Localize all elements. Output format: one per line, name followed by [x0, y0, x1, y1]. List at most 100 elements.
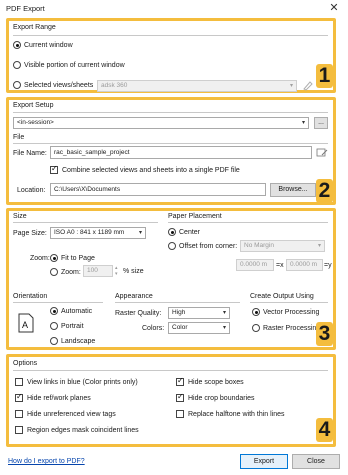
zoom-spinner-icon[interactable]: ▴ ▾	[115, 265, 118, 277]
views-dropdown[interactable]: adsk 360 ▾	[97, 80, 297, 92]
close-icon[interactable]: ✕	[328, 1, 340, 15]
radio-dot	[168, 228, 176, 236]
appearance-heading: Appearance	[115, 293, 153, 300]
zoom-input[interactable]: 100	[83, 265, 113, 277]
chk-hide-crop-boundaries[interactable]: Hide crop boundaries	[176, 392, 255, 402]
radio-dot	[13, 61, 21, 69]
radio-selected-views[interactable]: Selected views/sheets	[13, 81, 93, 89]
checkbox-box	[15, 378, 23, 386]
divider	[250, 302, 328, 303]
location-label: Location:	[17, 187, 46, 194]
radio-dot	[50, 254, 58, 262]
page-size-label: Page Size:	[13, 230, 47, 237]
offset-y-suffix: =y	[324, 262, 332, 269]
page-size-dropdown[interactable]: ISO A0 : 841 x 1189 mm ▾	[50, 227, 146, 239]
radio-dot	[252, 324, 260, 332]
radio-visible-portion[interactable]: Visible portion of current window	[13, 61, 125, 69]
zoom-label: Zoom:	[30, 255, 50, 262]
radio-label: Automatic	[61, 307, 93, 315]
radio-center[interactable]: Center	[168, 228, 200, 236]
output-heading: Create Output Using	[250, 293, 314, 300]
radio-fit-to-page[interactable]: Fit to Page	[50, 254, 95, 262]
title-bar: PDF Export ✕	[0, 0, 348, 16]
radio-dot	[50, 322, 58, 330]
page-size-value: ISO A0 : 841 x 1189 mm	[54, 229, 125, 236]
colors-dropdown[interactable]: Color ▾	[168, 322, 230, 334]
radio-raster-processing[interactable]: Raster Processing	[252, 324, 320, 332]
chk-hide-ref-planes[interactable]: Hide ref/work planes	[15, 392, 91, 402]
file-heading: File	[13, 134, 25, 141]
export-range-heading: Export Range	[13, 24, 56, 31]
views-dropdown-value: adsk 360	[101, 82, 128, 89]
file-name-label: File Name:	[13, 150, 47, 157]
chk-hide-unreferenced-tags[interactable]: Hide unreferenced view tags	[15, 410, 116, 418]
checkbox-box	[176, 410, 184, 418]
radio-label: Landscape	[61, 337, 96, 345]
paper-placement-heading: Paper Placement	[168, 213, 222, 220]
chk-region-edges[interactable]: Region edges mask coincident lines	[15, 426, 139, 434]
checkbox-label: Hide crop boundaries	[188, 394, 255, 402]
colors-label: Colors:	[142, 325, 165, 332]
export-button[interactable]: Export	[240, 454, 288, 469]
radio-label: Current window	[24, 41, 73, 49]
chevron-down-icon: ▾	[222, 325, 226, 331]
chk-view-links-blue[interactable]: View links in blue (Color prints only)	[15, 378, 138, 386]
badge-1: 1	[316, 64, 333, 88]
checkbox-box	[176, 376, 184, 386]
browse-button[interactable]: Browse...	[270, 183, 316, 197]
location-input[interactable]: C:\Users\X\Documents	[50, 183, 266, 196]
setup-dropdown[interactable]: <in-session> ▾	[13, 117, 309, 129]
radio-label: Portrait	[61, 322, 84, 330]
radio-label: Vector Processing	[263, 308, 320, 316]
divider	[13, 112, 328, 113]
chk-replace-halftone[interactable]: Replace halftone with thin lines	[176, 410, 285, 418]
radio-dot	[13, 81, 21, 89]
checkbox-box	[176, 392, 184, 402]
chevron-down-icon: ▾	[138, 230, 142, 236]
chevron-down-icon: ▾	[289, 83, 293, 89]
orientation-heading: Orientation	[13, 293, 48, 300]
radio-dot	[50, 337, 58, 345]
checkbox-box	[50, 164, 58, 174]
divider	[13, 222, 158, 223]
offset-y-input[interactable]: 0.0000 m	[286, 259, 323, 271]
radio-label: Center	[179, 228, 201, 236]
raster-quality-value: High	[172, 309, 186, 316]
svg-text:A: A	[22, 320, 28, 330]
radio-zoom[interactable]: Zoom:	[50, 268, 81, 276]
close-button[interactable]: Close	[292, 454, 340, 469]
radio-dot	[13, 41, 21, 49]
divider	[115, 302, 240, 303]
offset-dropdown[interactable]: No Margin ▾	[240, 240, 325, 252]
chk-hide-scope-boxes[interactable]: Hide scope boxes	[176, 376, 244, 386]
chevron-down-icon: ▾	[317, 243, 321, 249]
radio-automatic[interactable]: Automatic	[50, 307, 92, 315]
radio-label: Offset from corner:	[179, 242, 238, 250]
checkbox-label: Hide scope boxes	[188, 378, 244, 386]
rename-icon[interactable]	[316, 147, 328, 158]
export-setup-heading: Export Setup	[13, 102, 54, 109]
badge-4: 4	[316, 418, 333, 442]
zoom-unit-label: % size	[123, 268, 144, 275]
offset-x-input[interactable]: 0.0000 m	[236, 259, 274, 271]
radio-dot	[168, 242, 176, 250]
help-link[interactable]: How do I export to PDF?	[8, 458, 85, 465]
divider	[168, 222, 328, 223]
combine-checkbox[interactable]: Combine selected views and sheets into a…	[50, 164, 240, 174]
raster-quality-dropdown[interactable]: High ▾	[168, 307, 230, 319]
radio-offset[interactable]: Offset from corner:	[168, 242, 237, 250]
radio-dot	[252, 308, 260, 316]
options-heading: Options	[13, 360, 38, 367]
file-name-input[interactable]: rac_basic_sample_project	[50, 146, 312, 159]
checkbox-box	[15, 426, 23, 434]
checkbox-box	[15, 392, 23, 402]
radio-current-window[interactable]: Current window	[13, 41, 73, 49]
radio-label: Visible portion of current window	[24, 61, 125, 69]
radio-vector-processing[interactable]: Vector Processing	[252, 308, 319, 316]
checkbox-label: Hide unreferenced view tags	[27, 410, 116, 418]
radio-portrait[interactable]: Portrait	[50, 322, 84, 330]
divider	[13, 35, 328, 36]
views-edit-icon	[303, 80, 313, 91]
radio-landscape[interactable]: Landscape	[50, 337, 95, 345]
setup-more-button[interactable]: ...	[314, 117, 328, 129]
